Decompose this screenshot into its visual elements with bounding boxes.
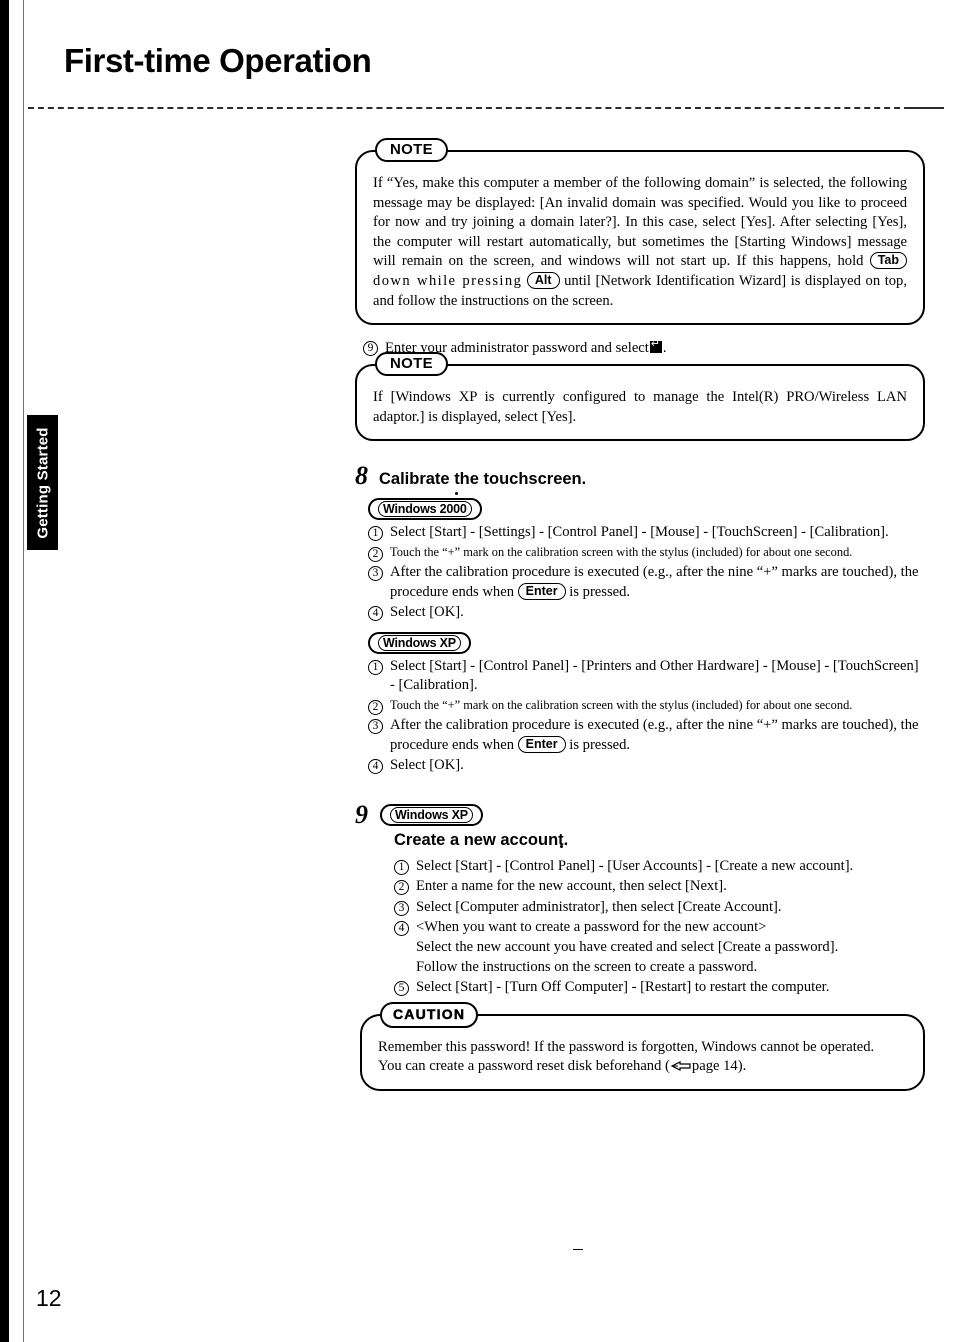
enter-key-icon: [649, 338, 662, 354]
list-item: 3 Select [Computer administrator], then …: [394, 898, 925, 918]
item-text-before: After the calibration procedure is execu…: [390, 563, 919, 600]
title-divider: [28, 107, 920, 109]
step-9-title: Create a new account.: [394, 830, 569, 849]
list-item: 2 Touch the “+” mark on the calibration …: [368, 697, 925, 715]
note-balloon-2: NOTE If [Windows XP is currently configu…: [355, 352, 925, 442]
item-text: Select [OK].: [390, 604, 464, 621]
item-text: Select [Computer administrator], then se…: [416, 898, 782, 915]
item-text-after: is pressed.: [569, 736, 631, 753]
step-8-win2000-list: 1 Select [Start] - [Settings] - [Control…: [368, 523, 925, 622]
list-item: 2 Touch the “+” mark on the calibration …: [368, 544, 925, 562]
item-text: Select [Start] - [Turn Off Computer] - […: [416, 979, 830, 996]
enter-key-cap: Enter: [517, 735, 566, 753]
os-badge-windows-xp: Windows XP: [368, 631, 471, 654]
scan-tick: [573, 1249, 583, 1250]
item-text: Touch the “+” mark on the calibration sc…: [390, 544, 853, 559]
item-text: Select [Start] - [Settings] - [Control P…: [390, 524, 889, 541]
step-9-heading: 9 Windows XP: [355, 799, 925, 829]
step-8-title: Calibrate the touchscreen.: [379, 470, 587, 489]
item-marker: 3: [368, 718, 383, 734]
list-item: 2 Enter a name for the new account, then…: [394, 877, 925, 897]
step-9-list: 1 Select [Start] - [Control Panel] - [Us…: [394, 857, 925, 998]
item-text-line-2: Select the new account you have created …: [416, 939, 839, 956]
os-badge-windows-xp: Windows XP: [380, 803, 483, 826]
item-text: Touch the “+” mark on the calibration sc…: [390, 697, 853, 712]
step-9-number: 9: [355, 799, 368, 829]
item-marker: 3: [368, 565, 383, 581]
os-badge-windows-xp-row: Windows XP: [368, 631, 925, 654]
item-text-after: is pressed.: [569, 583, 631, 600]
note-balloon-1: NOTE If “Yes, make this computer a membe…: [355, 138, 925, 326]
item-text: Select [Start] - [Control Panel] - [Prin…: [390, 657, 919, 694]
note-1-text: If “Yes, make this computer a member of …: [373, 174, 907, 311]
item-text: After the calibration procedure is execu…: [390, 563, 925, 602]
os-badge-windows-xp-label: Windows XP: [390, 806, 473, 823]
step-marker: 9: [363, 341, 378, 357]
caution-balloon: CAUTION Remember this password! If the p…: [360, 1001, 925, 1092]
note-label: NOTE: [375, 352, 448, 377]
os-badge-windows-2000-label: Windows 2000: [378, 501, 472, 518]
caution-line-1: Remember this password! If the password …: [378, 1038, 875, 1055]
list-item: 4 Select [OK].: [368, 756, 925, 776]
item-text: <When you want to create a password for …: [416, 919, 767, 936]
list-item: 1 Select [Start] - [Control Panel] - [Pr…: [368, 657, 925, 696]
item-text: Select [OK].: [390, 757, 464, 774]
list-item: 4 Select [OK].: [368, 603, 925, 623]
content-column: NOTE If “Yes, make this computer a membe…: [355, 138, 925, 1099]
item-marker: 2: [368, 546, 383, 562]
list-item: 4 <When you want to create a password fo…: [394, 918, 925, 977]
item-text: Select [Start] - [Control Panel] - [User…: [416, 857, 854, 874]
item-marker: 5: [394, 981, 409, 997]
scan-hairline: [23, 0, 24, 1342]
scan-left-gutter: [9, 0, 23, 1342]
page-number: 12: [36, 1285, 62, 1311]
item-text: After the calibration procedure is execu…: [390, 716, 925, 755]
item-marker: 2: [394, 880, 409, 896]
caution-text: Remember this password! If the password …: [378, 1038, 907, 1077]
note-1-part-2: down while pressing: [373, 272, 523, 289]
caution-label: CAUTION: [380, 1001, 479, 1028]
item-marker: 1: [394, 859, 409, 875]
note-2-text: If [Windows XP is currently configured t…: [373, 389, 907, 425]
item-marker: 4: [368, 606, 383, 622]
item-marker: 4: [368, 759, 383, 775]
title-divider-end: [908, 107, 944, 109]
note-label: NOTE: [375, 138, 448, 162]
os-badge-windows-2000-row: Windows 2000: [368, 498, 925, 521]
scan-left-edge: [0, 0, 9, 1342]
caution-line-2-page: page 14).: [691, 1058, 747, 1075]
section-side-tab-label: Getting Started: [34, 426, 51, 539]
step-8-winxp-list: 1 Select [Start] - [Control Panel] - [Pr…: [368, 657, 925, 776]
caution-wrapper: CAUTION Remember this password! If the p…: [360, 1001, 925, 1092]
item-text: Enter a name for the new account, then s…: [416, 878, 727, 895]
tab-key-cap: Tab: [869, 252, 907, 270]
enter-key-cap: Enter: [517, 582, 566, 600]
list-item: 5 Select [Start] - [Turn Off Computer] -…: [394, 978, 925, 998]
step-8-heading: 8 Calibrate the touchscreen.: [355, 463, 925, 489]
pointing-hand-icon: [670, 1060, 692, 1072]
item-text-before: After the calibration procedure is execu…: [390, 716, 919, 753]
page-title: First-time Operation: [64, 42, 372, 79]
item-marker: 2: [368, 699, 383, 715]
section-side-tab: Getting Started: [27, 415, 58, 550]
list-item: 1 Select [Start] - [Settings] - [Control…: [368, 523, 925, 543]
note-1-part-1: If “Yes, make this computer a member of …: [373, 175, 907, 270]
item-text-group: <When you want to create a password for …: [416, 918, 925, 977]
list-item: 3 After the calibration procedure is exe…: [368, 716, 925, 755]
alt-key-cap: Alt: [526, 271, 560, 289]
item-marker: 4: [394, 921, 409, 937]
list-item: 3 After the calibration procedure is exe…: [368, 563, 925, 602]
item-marker: 1: [368, 659, 383, 675]
enter-password-step: 9 Enter your administrator password and …: [363, 338, 925, 358]
list-item: 1 Select [Start] - [Control Panel] - [Us…: [394, 857, 925, 877]
item-marker: 3: [394, 900, 409, 916]
os-badge-windows-xp-label: Windows XP: [378, 634, 461, 651]
item-marker: 1: [368, 526, 383, 542]
caution-line-2-before: You can create a password reset disk bef…: [378, 1058, 670, 1075]
item-text-line-3: Follow the instructions on the screen to…: [416, 958, 758, 975]
os-badge-windows-2000: Windows 2000: [368, 498, 482, 521]
step-8-number: 8: [355, 461, 368, 491]
